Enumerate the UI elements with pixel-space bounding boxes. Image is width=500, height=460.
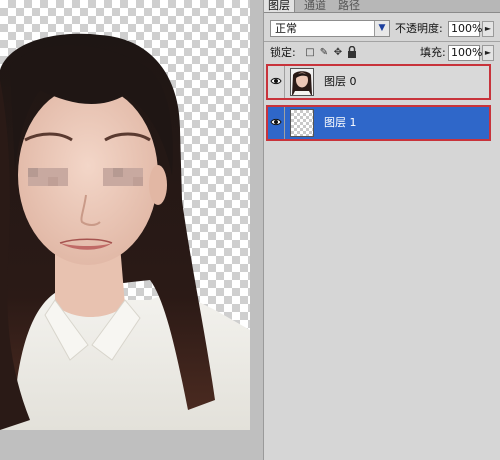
fill-label: 填充:	[420, 46, 446, 59]
opacity-label: 不透明度:	[395, 22, 443, 35]
lock-position-icon[interactable]: ✥	[332, 46, 344, 59]
layer-name: 图层 0	[324, 75, 357, 88]
opacity-slider-toggle[interactable]: ►	[482, 21, 494, 37]
layer-thumbnail	[290, 68, 314, 96]
visibility-toggle[interactable]	[268, 66, 285, 98]
divider	[264, 41, 500, 42]
lock-transparent-pixels-icon[interactable]: □	[304, 46, 316, 59]
visibility-toggle[interactable]	[268, 107, 285, 139]
layer-thumbnail	[290, 109, 314, 137]
tab-layers[interactable]: 图层	[264, 0, 295, 12]
document-canvas[interactable]	[0, 0, 250, 430]
opacity-input[interactable]: 100%	[448, 21, 482, 37]
lock-label: 锁定:	[270, 46, 296, 59]
lock-image-pixels-icon[interactable]: ✎	[318, 46, 330, 59]
layer-row-0[interactable]: 图层 0	[266, 64, 491, 100]
portrait-photo	[0, 33, 250, 430]
blend-opacity-row: 正常 ▼ 不透明度: 100% ►	[264, 18, 500, 40]
eye-icon	[270, 118, 282, 126]
canvas-area[interactable]	[0, 0, 263, 460]
layer-name: 图层 1	[324, 116, 357, 129]
blend-mode-value: 正常	[275, 22, 297, 35]
eye-icon	[270, 77, 282, 85]
fill-slider-toggle[interactable]: ►	[482, 45, 494, 61]
layer-row-1[interactable]: 图层 1	[266, 105, 491, 141]
fill-input[interactable]: 100%	[448, 45, 482, 61]
panel-tab-strip: 图层 通道 路径	[264, 0, 500, 13]
tab-channels[interactable]: 通道	[300, 0, 330, 12]
lock-all-icon[interactable]	[346, 45, 358, 59]
blend-mode-select[interactable]: 正常 ▼	[270, 20, 390, 37]
layers-list: 图层 0 图层 1	[264, 62, 500, 460]
tab-paths[interactable]: 路径	[334, 0, 364, 12]
lock-fill-row: 锁定: □ ✎ ✥ 填充: 100% ►	[264, 44, 500, 64]
layers-panel: 图层 通道 路径 正常 ▼ 不透明度: 100% ► 锁定: □ ✎ ✥ 填充:…	[263, 0, 500, 460]
chevron-down-icon[interactable]: ▼	[374, 21, 389, 36]
